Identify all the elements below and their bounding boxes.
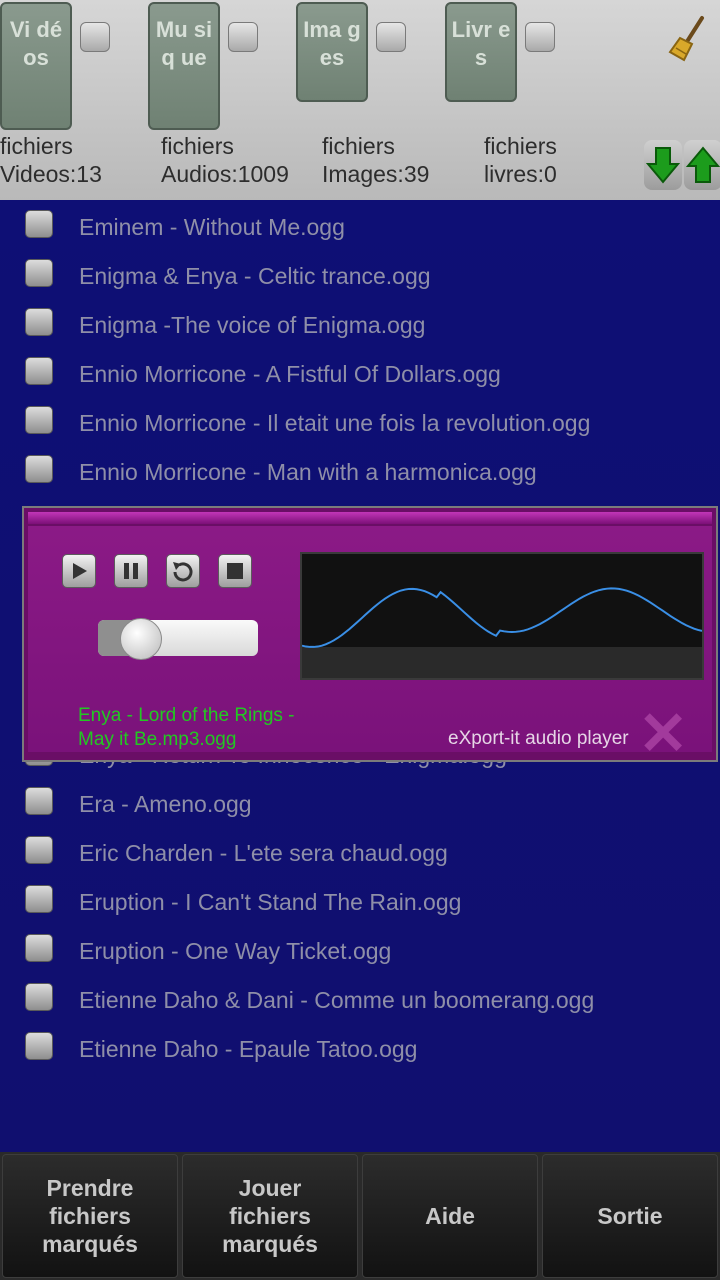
audios-count: fichiers Audios:1009 bbox=[161, 133, 289, 187]
list-item-label: Etienne Daho - Epaule Tatoo.ogg bbox=[79, 1036, 418, 1062]
take-marked-button[interactable]: Prendre fichiers marqués bbox=[2, 1154, 178, 1278]
list-item-checkbox[interactable] bbox=[25, 1032, 53, 1060]
player-brand-label: eXport-it audio player bbox=[448, 728, 629, 749]
list-item-checkbox[interactable] bbox=[25, 210, 53, 238]
list-item[interactable]: Eruption - I Can't Stand The Rain.ogg bbox=[0, 879, 720, 928]
videos-checkbox[interactable] bbox=[80, 22, 110, 52]
now-playing-title: Enya - Lord of the Rings - May it Be.mp3… bbox=[78, 705, 295, 750]
list-item[interactable]: Eminem - Without Me.ogg bbox=[0, 204, 720, 253]
list-item[interactable]: Era - Ameno.ogg bbox=[0, 781, 720, 830]
list-item-checkbox[interactable] bbox=[25, 836, 53, 864]
list-item-checkbox[interactable] bbox=[25, 357, 53, 385]
list-item-label: Enigma & Enya - Celtic trance.ogg bbox=[79, 263, 431, 289]
arrow-down-icon[interactable] bbox=[644, 140, 682, 190]
audio-player: Enya - Lord of the Rings - May it Be.mp3… bbox=[22, 506, 718, 764]
rewind-icon[interactable] bbox=[166, 554, 200, 588]
stop-icon[interactable] bbox=[218, 554, 252, 588]
list-item[interactable]: Enigma & Enya - Celtic trance.ogg bbox=[0, 253, 720, 302]
list-item[interactable]: Ennio Morricone - Il etait une fois la r… bbox=[0, 400, 720, 449]
play-marked-button[interactable]: Jouer fichiers marqués bbox=[182, 1154, 358, 1278]
list-item-checkbox[interactable] bbox=[25, 934, 53, 962]
books-button[interactable]: Livr es bbox=[445, 2, 517, 102]
music-button[interactable]: Mu siq ue bbox=[148, 2, 220, 130]
list-item[interactable]: Ennio Morricone - A Fistful Of Dollars.o… bbox=[0, 351, 720, 400]
player-title-bar bbox=[28, 512, 712, 524]
list-item-checkbox[interactable] bbox=[25, 406, 53, 434]
list-item-label: Eric Charden - L'ete sera chaud.ogg bbox=[79, 840, 448, 866]
broom-icon[interactable] bbox=[666, 14, 710, 62]
list-item-checkbox[interactable] bbox=[25, 787, 53, 815]
images-count: fichiers Images:39 bbox=[322, 133, 430, 187]
play-icon[interactable] bbox=[62, 554, 96, 588]
videos-button[interactable]: Vi dé os bbox=[0, 2, 72, 130]
list-item-label: Etienne Daho & Dani - Comme un boomerang… bbox=[79, 987, 595, 1013]
list-item[interactable]: Enigma -The voice of Enigma.ogg bbox=[0, 302, 720, 351]
images-checkbox[interactable] bbox=[376, 22, 406, 52]
list-item-checkbox[interactable] bbox=[25, 885, 53, 913]
list-item-checkbox[interactable] bbox=[25, 308, 53, 336]
list-item[interactable]: Etienne Daho - Epaule Tatoo.ogg bbox=[0, 1026, 720, 1075]
player-body: Enya - Lord of the Rings - May it Be.mp3… bbox=[28, 526, 712, 764]
bottom-toolbar: Prendre fichiers marqués Jouer fichiers … bbox=[0, 1152, 720, 1280]
close-icon[interactable]: ✕ bbox=[638, 704, 688, 764]
list-item-checkbox[interactable] bbox=[25, 455, 53, 483]
list-item-label: Ennio Morricone - Il etait une fois la r… bbox=[79, 410, 591, 436]
music-checkbox[interactable] bbox=[228, 22, 258, 52]
list-item-label: Eruption - One Way Ticket.ogg bbox=[79, 938, 392, 964]
list-item-checkbox[interactable] bbox=[25, 259, 53, 287]
list-item[interactable]: Eric Charden - L'ete sera chaud.ogg bbox=[0, 830, 720, 879]
help-button[interactable]: Aide bbox=[362, 1154, 538, 1278]
list-item-label: Eruption - I Can't Stand The Rain.ogg bbox=[79, 889, 462, 915]
list-item-label: Ennio Morricone - A Fistful Of Dollars.o… bbox=[79, 361, 501, 387]
books-count: fichiers livres:0 bbox=[484, 133, 557, 187]
list-item-label: Era - Ameno.ogg bbox=[79, 791, 252, 817]
seek-thumb[interactable] bbox=[120, 618, 162, 660]
seek-slider[interactable] bbox=[98, 618, 258, 660]
list-item[interactable]: Etienne Daho & Dani - Comme un boomerang… bbox=[0, 977, 720, 1026]
list-item-label: Ennio Morricone - Man with a harmonica.o… bbox=[79, 459, 537, 485]
list-item-label: Eminem - Without Me.ogg bbox=[79, 214, 345, 240]
images-button[interactable]: Ima ges bbox=[296, 2, 368, 102]
list-item[interactable]: Eruption - One Way Ticket.ogg bbox=[0, 928, 720, 977]
list-item[interactable]: Ennio Morricone - Man with a harmonica.o… bbox=[0, 449, 720, 498]
pause-icon[interactable] bbox=[114, 554, 148, 588]
exit-button[interactable]: Sortie bbox=[542, 1154, 718, 1278]
videos-count: fichiers Videos:13 bbox=[0, 133, 102, 187]
waveform-display bbox=[300, 552, 704, 680]
list-item-label: Enigma -The voice of Enigma.ogg bbox=[79, 312, 426, 338]
category-bar: Vi dé os Mu siq ue Ima ges Livr es fichi… bbox=[0, 0, 720, 200]
books-checkbox[interactable] bbox=[525, 22, 555, 52]
list-item-checkbox[interactable] bbox=[25, 983, 53, 1011]
arrow-up-icon[interactable] bbox=[684, 140, 720, 190]
